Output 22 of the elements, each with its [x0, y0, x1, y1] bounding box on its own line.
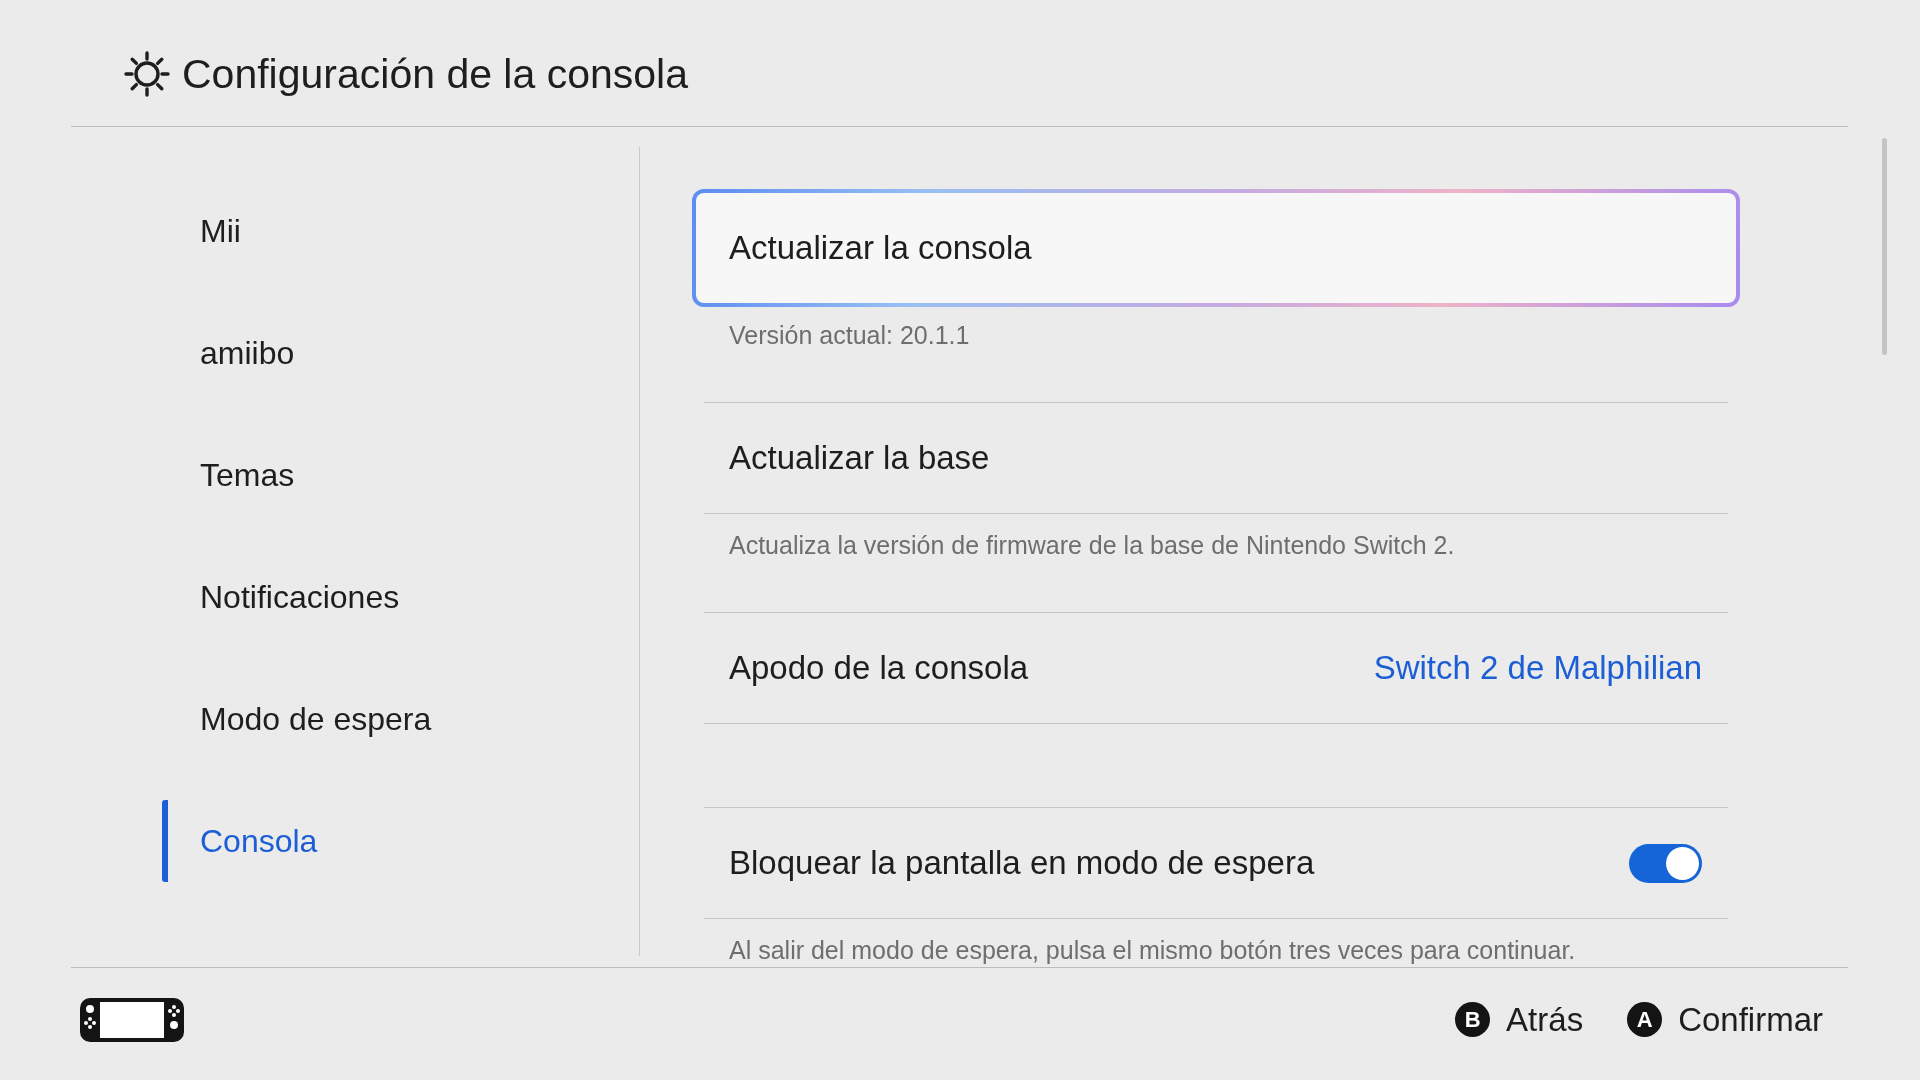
toggle-switch[interactable] [1629, 843, 1702, 883]
handheld-console-icon [80, 997, 184, 1042]
key-glyph: A [1627, 1002, 1663, 1037]
setting-description: Al salir del modo de espera, pulsa el mismo botón tres veces para continuar. [729, 936, 1576, 964]
sidebar-item[interactable]: Modo de espera [162, 678, 456, 760]
footer-button[interactable]: B Atrás [1455, 1000, 1584, 1039]
sidebar-item[interactable]: Notificaciones [162, 556, 424, 638]
sidebar-item[interactable]: Consola [162, 800, 342, 882]
sidebar-item[interactable]: Mii [162, 190, 265, 272]
settings-row[interactable]: Apodo de la consola Switch 2 de Malphilian [704, 612, 1728, 724]
setting-description: Versión actual: 20.1.1 [729, 321, 970, 349]
setting-value: Switch 2 de Malphilian [1373, 649, 1702, 687]
footer-button[interactable]: A Confirmar [1627, 1000, 1823, 1039]
page-title: Configuración de la consola [182, 50, 688, 99]
scrollbar-thumb[interactable] [1882, 138, 1887, 355]
settings-row[interactable]: Bloquear la pantalla en modo de espera [704, 807, 1728, 919]
settings-row[interactable]: Actualizar la base [704, 402, 1728, 514]
setting-description: Actualiza la versión de firmware de la base de Nintendo Switch 2. [729, 531, 1455, 559]
sidebar-item[interactable]: amiibo [162, 312, 319, 394]
key-glyph: B [1455, 1002, 1491, 1037]
settings-icon [124, 51, 170, 97]
sidebar-item[interactable]: Temas [162, 434, 319, 516]
